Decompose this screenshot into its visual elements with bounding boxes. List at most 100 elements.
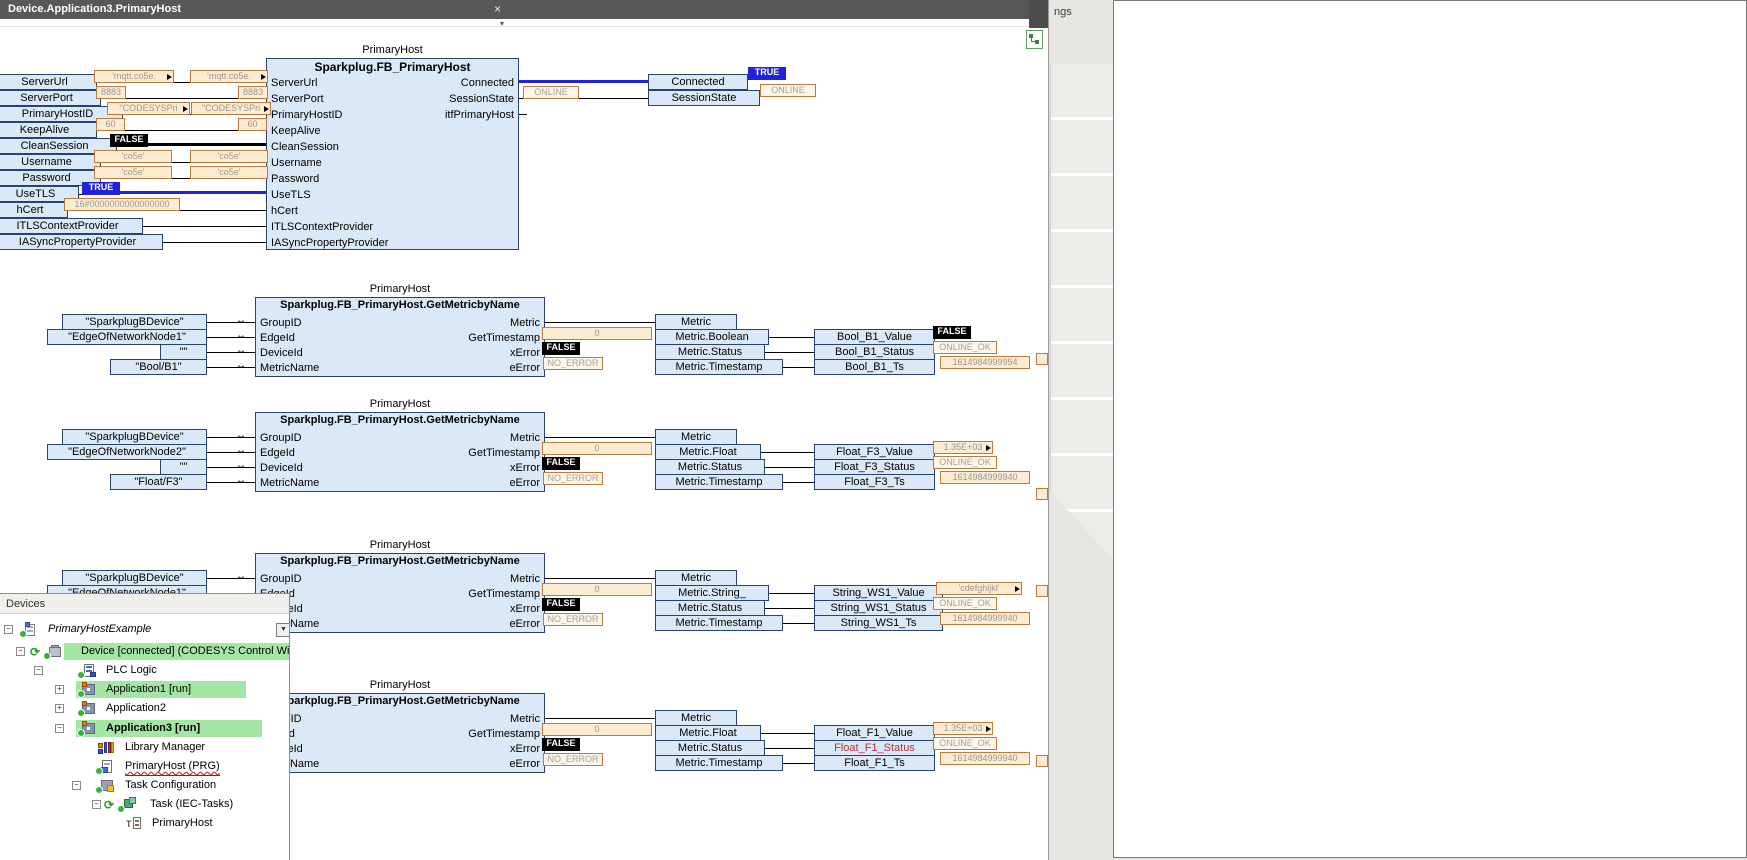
fbd-value-badge: 16#0000000000000000 [64, 198, 180, 211]
expand-icon[interactable]: + [55, 704, 64, 713]
fbd-variable-box[interactable]: Float_F3_Ts [814, 474, 935, 490]
fbd-variable-box[interactable]: "" [160, 459, 207, 475]
fbd-variable-box[interactable]: Metric [655, 314, 737, 330]
fbd-function-block[interactable]: Sparkplug.FB_PrimaryHost.GetMetricbyName… [255, 693, 545, 773]
fbd-value-badge: ONLINE_OK [933, 341, 997, 354]
fbd-variable-box[interactable]: Metric.Status [655, 344, 765, 360]
fbd-variable-box[interactable]: Float_F1_Ts [814, 755, 935, 771]
fbd-variable-box[interactable]: Username [0, 154, 101, 170]
fbd-pin-label: SessionState [360, 92, 514, 106]
fbd-variable-box[interactable]: Metric.Boolean [655, 329, 769, 345]
fbd-variable-box[interactable]: Bool_B1_Value [814, 329, 935, 345]
editor-title: Device.Application3.PrimaryHost [8, 3, 181, 15]
fbd-variable-box[interactable]: Connected [648, 74, 748, 90]
fbd-variable-box[interactable]: "Bool/B1" [110, 359, 207, 375]
devices-tree-item[interactable]: Library Manager [0, 739, 290, 756]
bidirectional-pin-icon: ↔ [236, 346, 246, 356]
fbd-pin-label: EdgeId [260, 446, 295, 460]
fbd-value-badge: 60 [238, 118, 267, 131]
fbd-wire [769, 593, 814, 594]
fbd-variable-box[interactable]: Metric.Float [655, 725, 761, 741]
fbd-variable-box[interactable]: ServerPort [0, 90, 101, 106]
devices-tree-item[interactable]: −PrimaryHostExample [0, 621, 290, 638]
fbd-variable-box[interactable]: Metric.Status [655, 740, 765, 756]
network-view-icon[interactable] [1026, 30, 1043, 49]
fbd-variable-box[interactable]: Metric [655, 429, 737, 445]
collapse-icon[interactable]: − [34, 666, 43, 675]
devices-tree-item[interactable]: TPrimaryHost [0, 815, 290, 832]
fbd-variable-box[interactable]: "EdgeOfNetworkNode1" [47, 329, 207, 345]
close-icon[interactable]: × [494, 0, 501, 19]
fbd-variable-box[interactable]: "EdgeOfNetworkNode2" [47, 444, 207, 460]
fbd-variable-box[interactable]: ITLSContextProvider [0, 218, 143, 234]
fbd-variable-box[interactable]: Metric.Timestamp [655, 755, 783, 771]
devices-tree-item[interactable]: −⟳Device [connected] (CODESYS Control Wi… [0, 643, 290, 660]
fbd-variable-box[interactable]: hCert [0, 202, 68, 218]
devices-tree-item[interactable]: −⟳Task (IEC-Tasks) [0, 796, 290, 813]
collapse-icon[interactable]: − [92, 800, 101, 809]
fbd-function-block[interactable]: Sparkplug.FB_PrimaryHost.GetMetricbyName… [255, 412, 545, 492]
collapse-icon[interactable]: − [72, 781, 81, 790]
fbd-variable-box[interactable]: Metric.Timestamp [655, 615, 783, 631]
fbd-variable-box[interactable]: Bool_B1_Status [814, 344, 935, 360]
fbd-value-badge: 8883 [238, 86, 268, 99]
fbd-variable-box[interactable]: Float_F1_Value [814, 725, 935, 741]
tree-item-label: PrimaryHost [152, 815, 213, 832]
devices-tree-item[interactable]: +Application1 [run] [0, 681, 290, 698]
fbd-variable-box[interactable]: Metric [655, 710, 737, 726]
fbd-wire [545, 437, 655, 438]
fbd-pin-label: GetTimestamp [386, 587, 540, 601]
fbd-variable-box[interactable]: String_WS1_Status [814, 600, 943, 616]
fbd-variable-box[interactable]: "SparkplugBDevice" [62, 570, 207, 586]
fbd-function-block[interactable]: Sparkplug.FB_PrimaryHostServerUrlServerP… [266, 58, 519, 250]
fbd-function-block[interactable]: Sparkplug.FB_PrimaryHost.GetMetricbyName… [255, 297, 545, 377]
fbd-block-title: Sparkplug.FB_PrimaryHost.GetMetricbyName [256, 299, 544, 311]
fbd-variable-box[interactable]: Float_F1_Status [814, 740, 935, 756]
fbd-pin-label: xError [386, 346, 540, 360]
fbd-variable-box[interactable]: Metric.Timestamp [655, 474, 783, 490]
fbd-variable-box[interactable]: Metric.Float [655, 444, 761, 460]
fbd-pin-label: eError [386, 361, 540, 375]
fbd-value-badge: 1614984999940 [940, 612, 1030, 625]
fbd-variable-box[interactable]: Float_F3_Value [814, 444, 935, 460]
fbd-variable-box[interactable]: "SparkplugBDevice" [62, 314, 207, 330]
fbd-variable-box[interactable]: ServerUrl [0, 74, 97, 90]
devices-tree-item[interactable]: −Task Configuration [0, 777, 290, 794]
fbd-value-badge: TRUE [748, 67, 786, 80]
chevron-down-icon[interactable]: ▼ [276, 623, 290, 637]
fbd-pin-label: Metric [386, 712, 540, 726]
collapse-icon[interactable]: − [16, 647, 25, 656]
fbd-pin-label: MetricName [260, 361, 319, 375]
fbd-wire [783, 367, 814, 368]
fbd-variable-box[interactable]: Metric.Status [655, 600, 765, 616]
fbd-wire [519, 114, 527, 115]
fbd-variable-box[interactable]: String_WS1_Ts [814, 615, 943, 631]
fbd-variable-box[interactable]: "" [160, 344, 207, 360]
expand-icon[interactable]: + [55, 685, 64, 694]
fbd-variable-box[interactable]: Metric [655, 570, 737, 586]
fbd-function-block[interactable]: Sparkplug.FB_PrimaryHost.GetMetricbyName… [255, 553, 545, 633]
collapse-icon[interactable]: − [55, 724, 64, 733]
devices-tree-item[interactable]: −Application3 [run] [0, 720, 290, 737]
fbd-variable-box[interactable]: "SparkplugBDevice" [62, 429, 207, 445]
devices-tree-item[interactable]: PrimaryHost (PRG) [0, 758, 290, 775]
fbd-variable-box[interactable]: Bool_B1_Ts [814, 359, 935, 375]
fbd-wire [207, 482, 255, 483]
fbd-value-badge: 0 [542, 583, 652, 596]
fbd-variable-box[interactable]: Metric.Timestamp [655, 359, 783, 375]
fbd-value-badge [1036, 353, 1048, 365]
devices-tree-item[interactable]: +Application2 [0, 700, 290, 717]
collapse-icon[interactable]: − [4, 625, 13, 634]
fbd-wire [761, 733, 814, 734]
fbd-variable-box[interactable]: "Float/F3" [110, 474, 207, 490]
devices-tree-item[interactable]: −PLC Logic [0, 662, 290, 679]
fbd-variable-box[interactable]: KeepAlive [0, 122, 97, 138]
fbd-variable-box[interactable]: SessionState [648, 90, 760, 106]
devices-panel: Devices −PrimaryHostExample−⟳Device [con… [0, 593, 290, 860]
fbd-variable-box[interactable]: Metric.String_ [655, 585, 769, 601]
fbd-variable-box[interactable]: Metric.Status [655, 459, 765, 475]
fbd-value-badge: 'co5e' [94, 150, 172, 163]
fbd-variable-box[interactable]: Float_F3_Status [814, 459, 935, 475]
fbd-variable-box[interactable]: IASyncPropertyProvider [0, 234, 163, 250]
fbd-variable-box[interactable]: String_WS1_Value [814, 585, 943, 601]
